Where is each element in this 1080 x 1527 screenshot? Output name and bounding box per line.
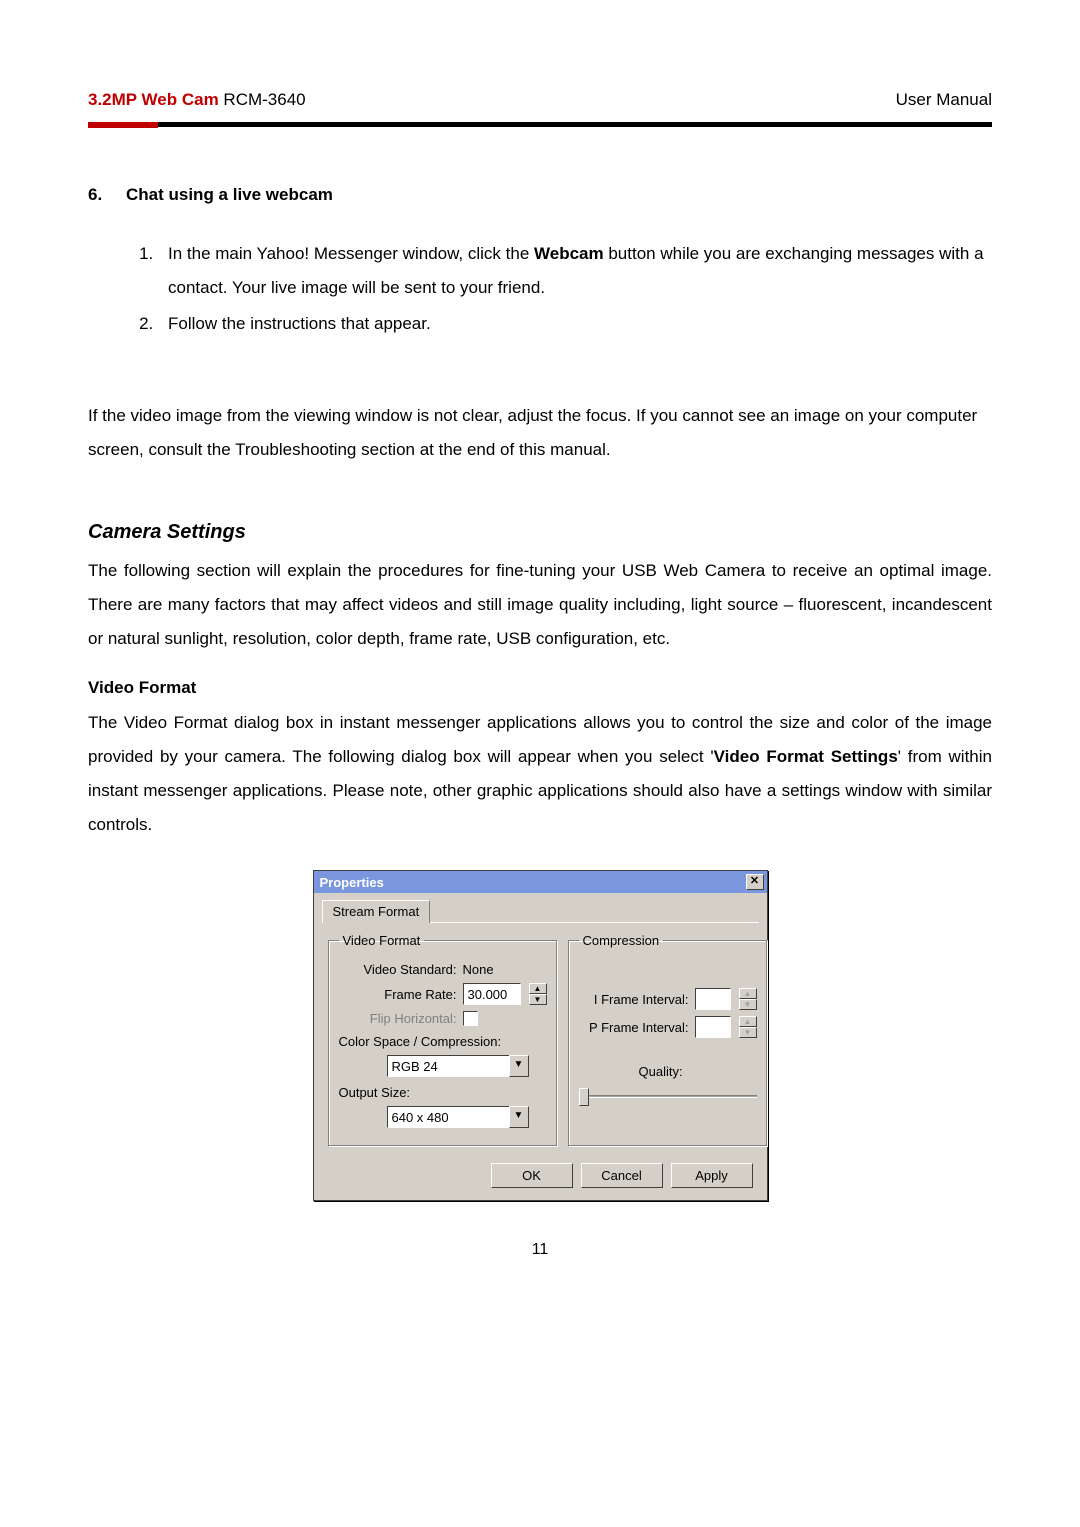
output-size-value[interactable] <box>387 1106 509 1128</box>
apply-button[interactable]: Apply <box>671 1163 753 1188</box>
quality-slider[interactable] <box>579 1085 757 1107</box>
header-rule <box>88 122 992 127</box>
chevron-down-icon: ▼ <box>739 1027 757 1038</box>
p-frame-spinner: ▲ ▼ <box>739 1016 757 1038</box>
video-format-heading: Video Format <box>88 678 992 698</box>
close-icon[interactable]: ✕ <box>746 874 764 890</box>
section-number: 6. <box>88 185 126 205</box>
group-compression-legend: Compression <box>579 933 664 948</box>
group-compression: Compression I Frame Interval: ▲ ▼ <box>568 933 768 1147</box>
step-1: In the main Yahoo! Messenger window, cli… <box>158 237 992 305</box>
cancel-button[interactable]: Cancel <box>581 1163 663 1188</box>
slider-track <box>579 1095 757 1098</box>
product-name-red: 3.2MP Web Cam <box>88 90 219 109</box>
properties-dialog: Properties ✕ Stream Format Video Format … <box>313 870 768 1201</box>
camera-settings-intro: The following section will explain the p… <box>88 554 992 656</box>
video-format-paragraph: The Video Format dialog box in instant m… <box>88 706 992 842</box>
flip-horizontal-checkbox[interactable] <box>463 1011 478 1026</box>
i-frame-input <box>695 988 731 1010</box>
section-6-heading: 6.Chat using a live webcam <box>88 185 992 205</box>
focus-paragraph: If the video image from the viewing wind… <box>88 399 992 467</box>
chevron-down-icon[interactable]: ▼ <box>509 1055 529 1077</box>
product-title: 3.2MP Web Cam RCM-3640 <box>88 90 306 110</box>
label-color-space: Color Space / Compression: <box>339 1034 547 1049</box>
dialog-titlebar[interactable]: Properties ✕ <box>314 871 767 893</box>
label-flip-horizontal: Flip Horizontal: <box>339 1011 457 1026</box>
frame-rate-spinner[interactable]: ▲ ▼ <box>529 983 547 1005</box>
value-video-standard: None <box>463 962 494 977</box>
page-header: 3.2MP Web Cam RCM-3640 User Manual <box>88 90 992 110</box>
p-frame-input <box>695 1016 731 1038</box>
color-space-select[interactable]: ▼ <box>387 1055 529 1077</box>
frame-rate-input[interactable] <box>463 983 521 1005</box>
label-video-standard: Video Standard: <box>339 962 457 977</box>
section-title: Chat using a live webcam <box>126 185 333 204</box>
tab-stream-format[interactable]: Stream Format <box>322 900 431 923</box>
ok-button[interactable]: OK <box>491 1163 573 1188</box>
dialog-title: Properties <box>320 875 384 890</box>
doc-type-label: User Manual <box>896 90 992 110</box>
group-video-format-legend: Video Format <box>339 933 425 948</box>
product-model: RCM-3640 <box>219 90 306 109</box>
chevron-up-icon[interactable]: ▲ <box>529 983 547 994</box>
label-p-frame: P Frame Interval: <box>579 1020 689 1035</box>
page-number: 11 <box>88 1241 992 1259</box>
output-size-select[interactable]: ▼ <box>387 1106 529 1128</box>
group-video-format: Video Format Video Standard: None Frame … <box>328 933 558 1147</box>
label-quality: Quality: <box>639 1064 683 1079</box>
i-frame-spinner: ▲ ▼ <box>739 988 757 1010</box>
chevron-down-icon[interactable]: ▼ <box>509 1106 529 1128</box>
color-space-value[interactable] <box>387 1055 509 1077</box>
chevron-down-icon: ▼ <box>739 999 757 1010</box>
section-6-steps: In the main Yahoo! Messenger window, cli… <box>88 237 992 341</box>
chevron-down-icon[interactable]: ▼ <box>529 994 547 1005</box>
chevron-up-icon: ▲ <box>739 1016 757 1027</box>
camera-settings-heading: Camera Settings <box>88 521 992 544</box>
label-frame-rate: Frame Rate: <box>339 987 457 1002</box>
slider-thumb[interactable] <box>579 1088 589 1106</box>
label-i-frame: I Frame Interval: <box>579 992 689 1007</box>
label-output-size: Output Size: <box>339 1085 547 1100</box>
step-2: Follow the instructions that appear. <box>158 307 992 341</box>
chevron-up-icon: ▲ <box>739 988 757 999</box>
